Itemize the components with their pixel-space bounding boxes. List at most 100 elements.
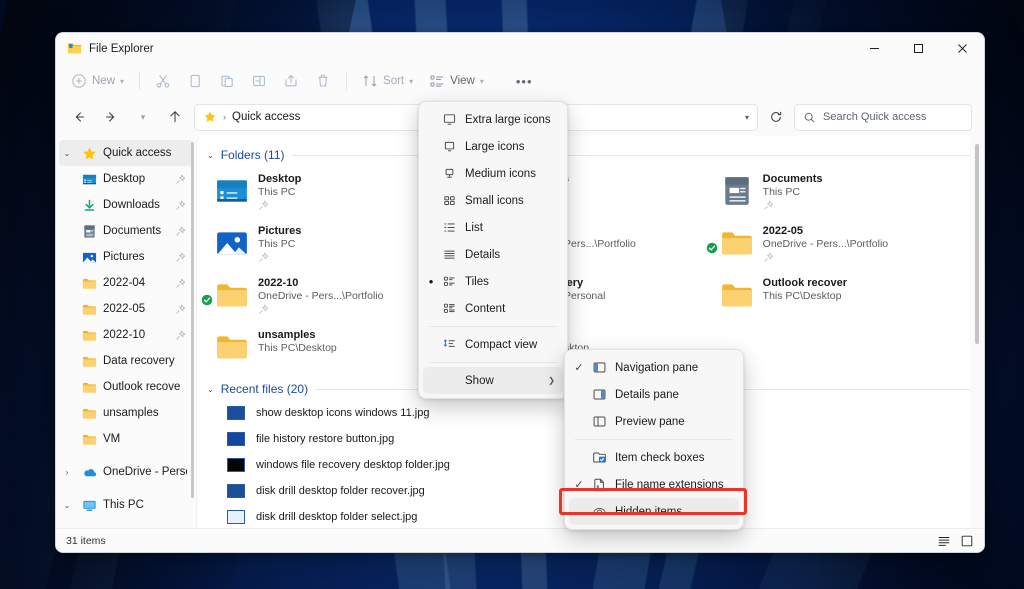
menu-item-file-name-extensions[interactable]: ✓File name extensions xyxy=(569,471,739,498)
menu-item-medium-icons[interactable]: Medium icons xyxy=(423,160,563,187)
chevron-down-icon[interactable]: ⌄ xyxy=(207,151,214,160)
cut-button[interactable] xyxy=(148,67,178,95)
see-more-button[interactable]: ••• xyxy=(509,67,540,95)
folder-name: Documents xyxy=(763,173,823,185)
menu-item-list[interactable]: List xyxy=(423,214,563,241)
menu-item-label: Tiles xyxy=(459,276,489,288)
content-scrollbar[interactable] xyxy=(975,144,979,344)
share-button[interactable] xyxy=(276,67,306,95)
forward-button[interactable] xyxy=(98,104,124,130)
folder-icon xyxy=(81,379,97,395)
view-icon xyxy=(429,73,445,89)
window-title: File Explorer xyxy=(89,43,154,55)
view-button[interactable]: View ▾ xyxy=(422,67,491,95)
search-input[interactable]: Search Quick access xyxy=(823,111,926,123)
minimize-button[interactable] xyxy=(852,33,896,64)
menu-item-label: Content xyxy=(459,303,505,315)
chevron-down-icon[interactable]: ⌄ xyxy=(59,149,75,158)
sidebar-item-onedrive-perso[interactable]: › OneDrive - Perso xyxy=(59,459,193,485)
title-bar: File Explorer xyxy=(56,33,984,64)
address-dropdown-icon[interactable]: ▾ xyxy=(745,113,749,122)
chevron-down-icon: ▾ xyxy=(409,77,413,86)
sidebar-item-data-recovery[interactable]: Data recovery xyxy=(59,348,193,374)
refresh-button[interactable] xyxy=(764,105,788,129)
menu-item-details[interactable]: Details xyxy=(423,241,563,268)
menu-item-navigation-pane[interactable]: ✓Navigation pane xyxy=(569,354,739,381)
breadcrumb-quick-access[interactable]: Quick access xyxy=(232,111,300,123)
sidebar-item-this-pc[interactable]: ⌄This PC xyxy=(59,492,193,518)
sidebar-item-pictures[interactable]: Pictures xyxy=(59,244,193,270)
sidebar-item-desktop[interactable]: Desktop xyxy=(59,166,193,192)
menu-item-content[interactable]: Content xyxy=(423,295,563,322)
pin-icon xyxy=(175,304,187,315)
sidebar-item-quick-access[interactable]: ⌄Quick access xyxy=(59,140,193,166)
menu-item-tiles[interactable]: •Tiles xyxy=(423,268,563,295)
sidebar-item-unsamples[interactable]: unsamples xyxy=(59,400,193,426)
folder-tile-text: PicturesThis PC xyxy=(258,224,301,263)
menu-item-label: List xyxy=(459,222,483,234)
pictures-icon xyxy=(215,226,249,260)
menu-item-item-check-boxes[interactable]: Item check boxes xyxy=(569,444,739,471)
search-box[interactable]: Search Quick access xyxy=(794,104,972,131)
pin-icon xyxy=(258,252,301,263)
chevron-right-icon[interactable]: › xyxy=(59,468,75,477)
folder-name: Pictures xyxy=(258,225,301,237)
delete-button[interactable] xyxy=(308,67,338,95)
close-button[interactable] xyxy=(940,33,984,64)
folder-tile-grid: DesktopThis PCDownloadsThis PCDocumentsT… xyxy=(197,166,984,376)
menu-item-preview-pane[interactable]: Preview pane xyxy=(569,408,739,435)
new-icon xyxy=(71,73,87,89)
large-icons-view-icon[interactable] xyxy=(960,534,974,548)
sidebar-item-downloads[interactable]: Downloads xyxy=(59,192,193,218)
menu-item-large-icons[interactable]: Large icons xyxy=(423,133,563,160)
pin-icon xyxy=(763,200,823,211)
sidebar-item-documents[interactable]: Documents xyxy=(59,218,193,244)
menu-item-label: Details pane xyxy=(609,389,679,401)
star-icon xyxy=(203,110,217,124)
search-icon xyxy=(803,111,816,124)
folder-tile[interactable]: DocumentsThis PC xyxy=(720,168,972,220)
details-icon xyxy=(439,247,459,262)
menu-item-compact-view[interactable]: Compact view xyxy=(423,331,563,358)
menu-item-label: Small icons xyxy=(459,195,524,207)
folder-tile[interactable]: Outlook recoverThis PC\Desktop xyxy=(720,272,972,324)
sidebar-item-label: Documents xyxy=(103,225,161,237)
recent-file-name: disk drill desktop folder recover.jpg xyxy=(256,485,425,497)
folder-icon xyxy=(81,275,97,291)
menu-item-label: Preview pane xyxy=(609,416,685,428)
medium-icons-icon xyxy=(439,166,459,181)
folders-group-header[interactable]: ⌄ Folders (11) xyxy=(197,136,984,166)
chevron-down-icon[interactable]: ⌄ xyxy=(59,501,75,510)
sidebar-item-label: OneDrive - Perso xyxy=(103,466,187,478)
sidebar-item-2022-10[interactable]: 2022-10 xyxy=(59,322,193,348)
back-button[interactable] xyxy=(66,104,92,130)
sidebar-scrollbar[interactable] xyxy=(191,142,194,498)
sidebar-item-outlook-recove[interactable]: Outlook recove xyxy=(59,374,193,400)
list-icon xyxy=(439,220,459,235)
sidebar-item-2022-05[interactable]: 2022-05 xyxy=(59,296,193,322)
maximize-button[interactable] xyxy=(896,33,940,64)
sort-button[interactable]: Sort ▾ xyxy=(355,67,420,95)
menu-item-extra-large-icons[interactable]: Extra large icons xyxy=(423,106,563,133)
folders-group-title: Folders (11) xyxy=(221,148,285,162)
pin-icon xyxy=(175,330,187,341)
folder-tile[interactable]: 2022-05OneDrive - Pers...\Portfolio xyxy=(720,220,972,272)
rename-button[interactable] xyxy=(244,67,274,95)
details-view-icon[interactable] xyxy=(937,534,951,548)
pin-icon xyxy=(258,200,301,211)
chevron-down-icon[interactable]: ⌄ xyxy=(207,385,214,394)
menu-item-hidden-items[interactable]: Hidden items xyxy=(569,498,739,525)
sidebar-item-2022-04[interactable]: 2022-04 xyxy=(59,270,193,296)
menu-item-show[interactable]: Show ❯ xyxy=(423,367,563,394)
sidebar-item-vm[interactable]: VM xyxy=(59,426,193,452)
paste-button[interactable] xyxy=(212,67,242,95)
new-button[interactable]: New ▾ xyxy=(64,67,131,95)
menu-item-small-icons[interactable]: Small icons xyxy=(423,187,563,214)
recent-locations-button[interactable]: ▾ xyxy=(130,104,156,130)
onedrive-icon xyxy=(81,464,97,480)
menu-item-details-pane[interactable]: Details pane xyxy=(569,381,739,408)
preview-pane-icon xyxy=(589,414,609,429)
recent-file-name: file history restore button.jpg xyxy=(256,433,394,445)
up-button[interactable] xyxy=(162,104,188,130)
copy-button[interactable] xyxy=(180,67,210,95)
